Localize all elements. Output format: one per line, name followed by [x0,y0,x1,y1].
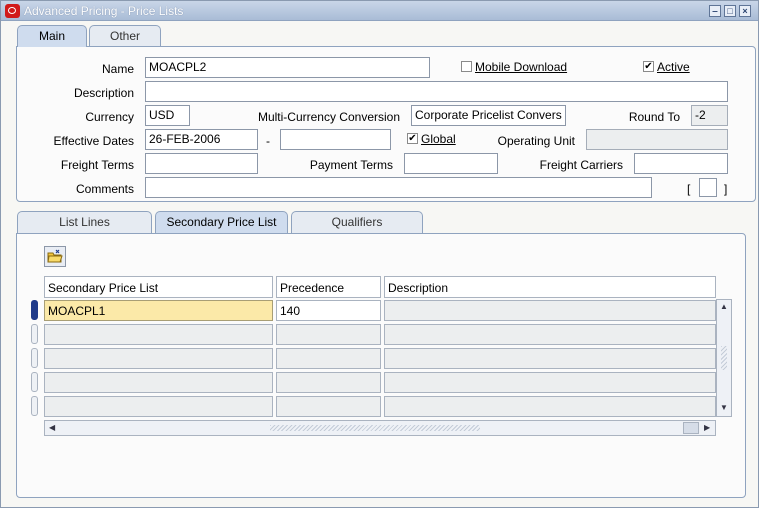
secondary-price-list-cell[interactable] [44,348,273,369]
precedence-cell[interactable] [276,396,381,417]
scroll-left-arrow-icon[interactable]: ◀ [49,423,55,432]
currency-field[interactable]: USD [145,105,190,126]
title-bar[interactable]: Advanced Pricing - Price Lists ‒ □ × [1,1,758,21]
scroll-thumb-grip-icon[interactable] [270,425,480,431]
precedence-cell[interactable] [276,372,381,393]
multi-currency-label: Multi-Currency Conversion [257,110,400,124]
row-indicator-current[interactable] [31,300,38,320]
scroll-thumb-end[interactable] [683,422,699,434]
multi-currency-field[interactable]: Corporate Pricelist Convers [411,105,566,126]
round-to-field[interactable]: -2 [691,105,728,126]
freight-carriers-field[interactable] [634,153,728,174]
maximize-button[interactable]: □ [724,5,736,17]
scroll-grip-icon[interactable] [721,346,727,370]
secondary-price-list-cell[interactable] [44,372,273,393]
description-cell[interactable] [384,300,716,321]
global-label-text: Global [421,132,456,146]
freight-terms-field[interactable] [145,153,258,174]
column-header-secondary-price-list[interactable]: Secondary Price List [44,276,273,298]
scroll-down-arrow-icon[interactable]: ▼ [720,403,728,412]
description-label: Description [73,86,134,100]
open-folder-button[interactable] [44,246,66,267]
round-to-label: Round To [628,110,680,124]
tab-main[interactable]: Main [17,25,87,47]
active-label: Active [657,60,690,74]
date-range-dash: - [266,134,270,148]
tab-secondary-price-list[interactable]: Secondary Price List [155,211,288,233]
oracle-logo-icon [5,4,20,18]
row-indicator[interactable] [31,396,38,416]
description-cell[interactable] [384,372,716,393]
currency-label: Currency [85,110,134,124]
column-header-precedence[interactable]: Precedence [276,276,381,298]
dff-close-bracket: ] [724,182,728,196]
scroll-up-arrow-icon[interactable]: ▲ [720,302,728,311]
descriptive-flexfield[interactable] [699,178,717,197]
global-label: Global [421,132,456,146]
column-header-description[interactable]: Description [384,276,716,298]
row-indicator[interactable] [31,324,38,344]
tab-list-lines[interactable]: List Lines [17,211,152,233]
description-cell[interactable] [384,396,716,417]
price-lists-window: Advanced Pricing - Price Lists ‒ □ × Mai… [0,0,759,508]
description-cell[interactable] [384,324,716,345]
tab-other[interactable]: Other [89,25,161,47]
name-field[interactable]: MOACPL2 [145,57,430,78]
folder-icon [47,249,63,263]
name-label: Name [101,62,134,76]
global-checkbox[interactable]: ✔ [407,133,418,144]
precedence-cell[interactable] [276,324,381,345]
effective-from-field[interactable]: 26-FEB-2006 [145,129,258,150]
mobile-download-checkbox[interactable] [461,61,472,72]
close-button[interactable]: × [739,5,751,17]
comments-label: Comments [75,182,134,196]
window-title: Advanced Pricing - Price Lists [24,4,184,18]
effective-to-field[interactable] [280,129,391,150]
secondary-price-list-cell[interactable] [44,396,273,417]
minimize-button[interactable]: ‒ [709,5,721,17]
description-cell[interactable] [384,348,716,369]
tab-qualifiers[interactable]: Qualifiers [291,211,423,233]
effective-dates-label: Effective Dates [53,134,134,148]
operating-unit-label: Operating Unit [497,134,575,148]
secondary-price-list-cell[interactable] [44,324,273,345]
horizontal-scrollbar[interactable]: ◀ ▶ [44,420,716,436]
row-indicator[interactable] [31,372,38,392]
vertical-scrollbar[interactable]: ▲ ▼ [716,299,732,417]
comments-field[interactable] [145,177,652,198]
dff-open-bracket: [ [687,182,691,196]
scroll-right-arrow-icon[interactable]: ▶ [704,423,710,432]
freight-carriers-label: Freight Carriers [539,158,623,172]
payment-terms-label: Payment Terms [309,158,393,172]
secondary-price-list-cell[interactable]: MOACPL1 [44,300,273,321]
freight-terms-label: Freight Terms [60,158,134,172]
precedence-cell[interactable]: 140 [276,300,381,321]
active-checkbox[interactable]: ✔ [643,61,654,72]
precedence-cell[interactable] [276,348,381,369]
description-field[interactable] [145,81,728,102]
mobile-download-label: Mobile Download [475,60,568,74]
operating-unit-field[interactable] [586,129,728,150]
payment-terms-field[interactable] [404,153,498,174]
row-indicator[interactable] [31,348,38,368]
